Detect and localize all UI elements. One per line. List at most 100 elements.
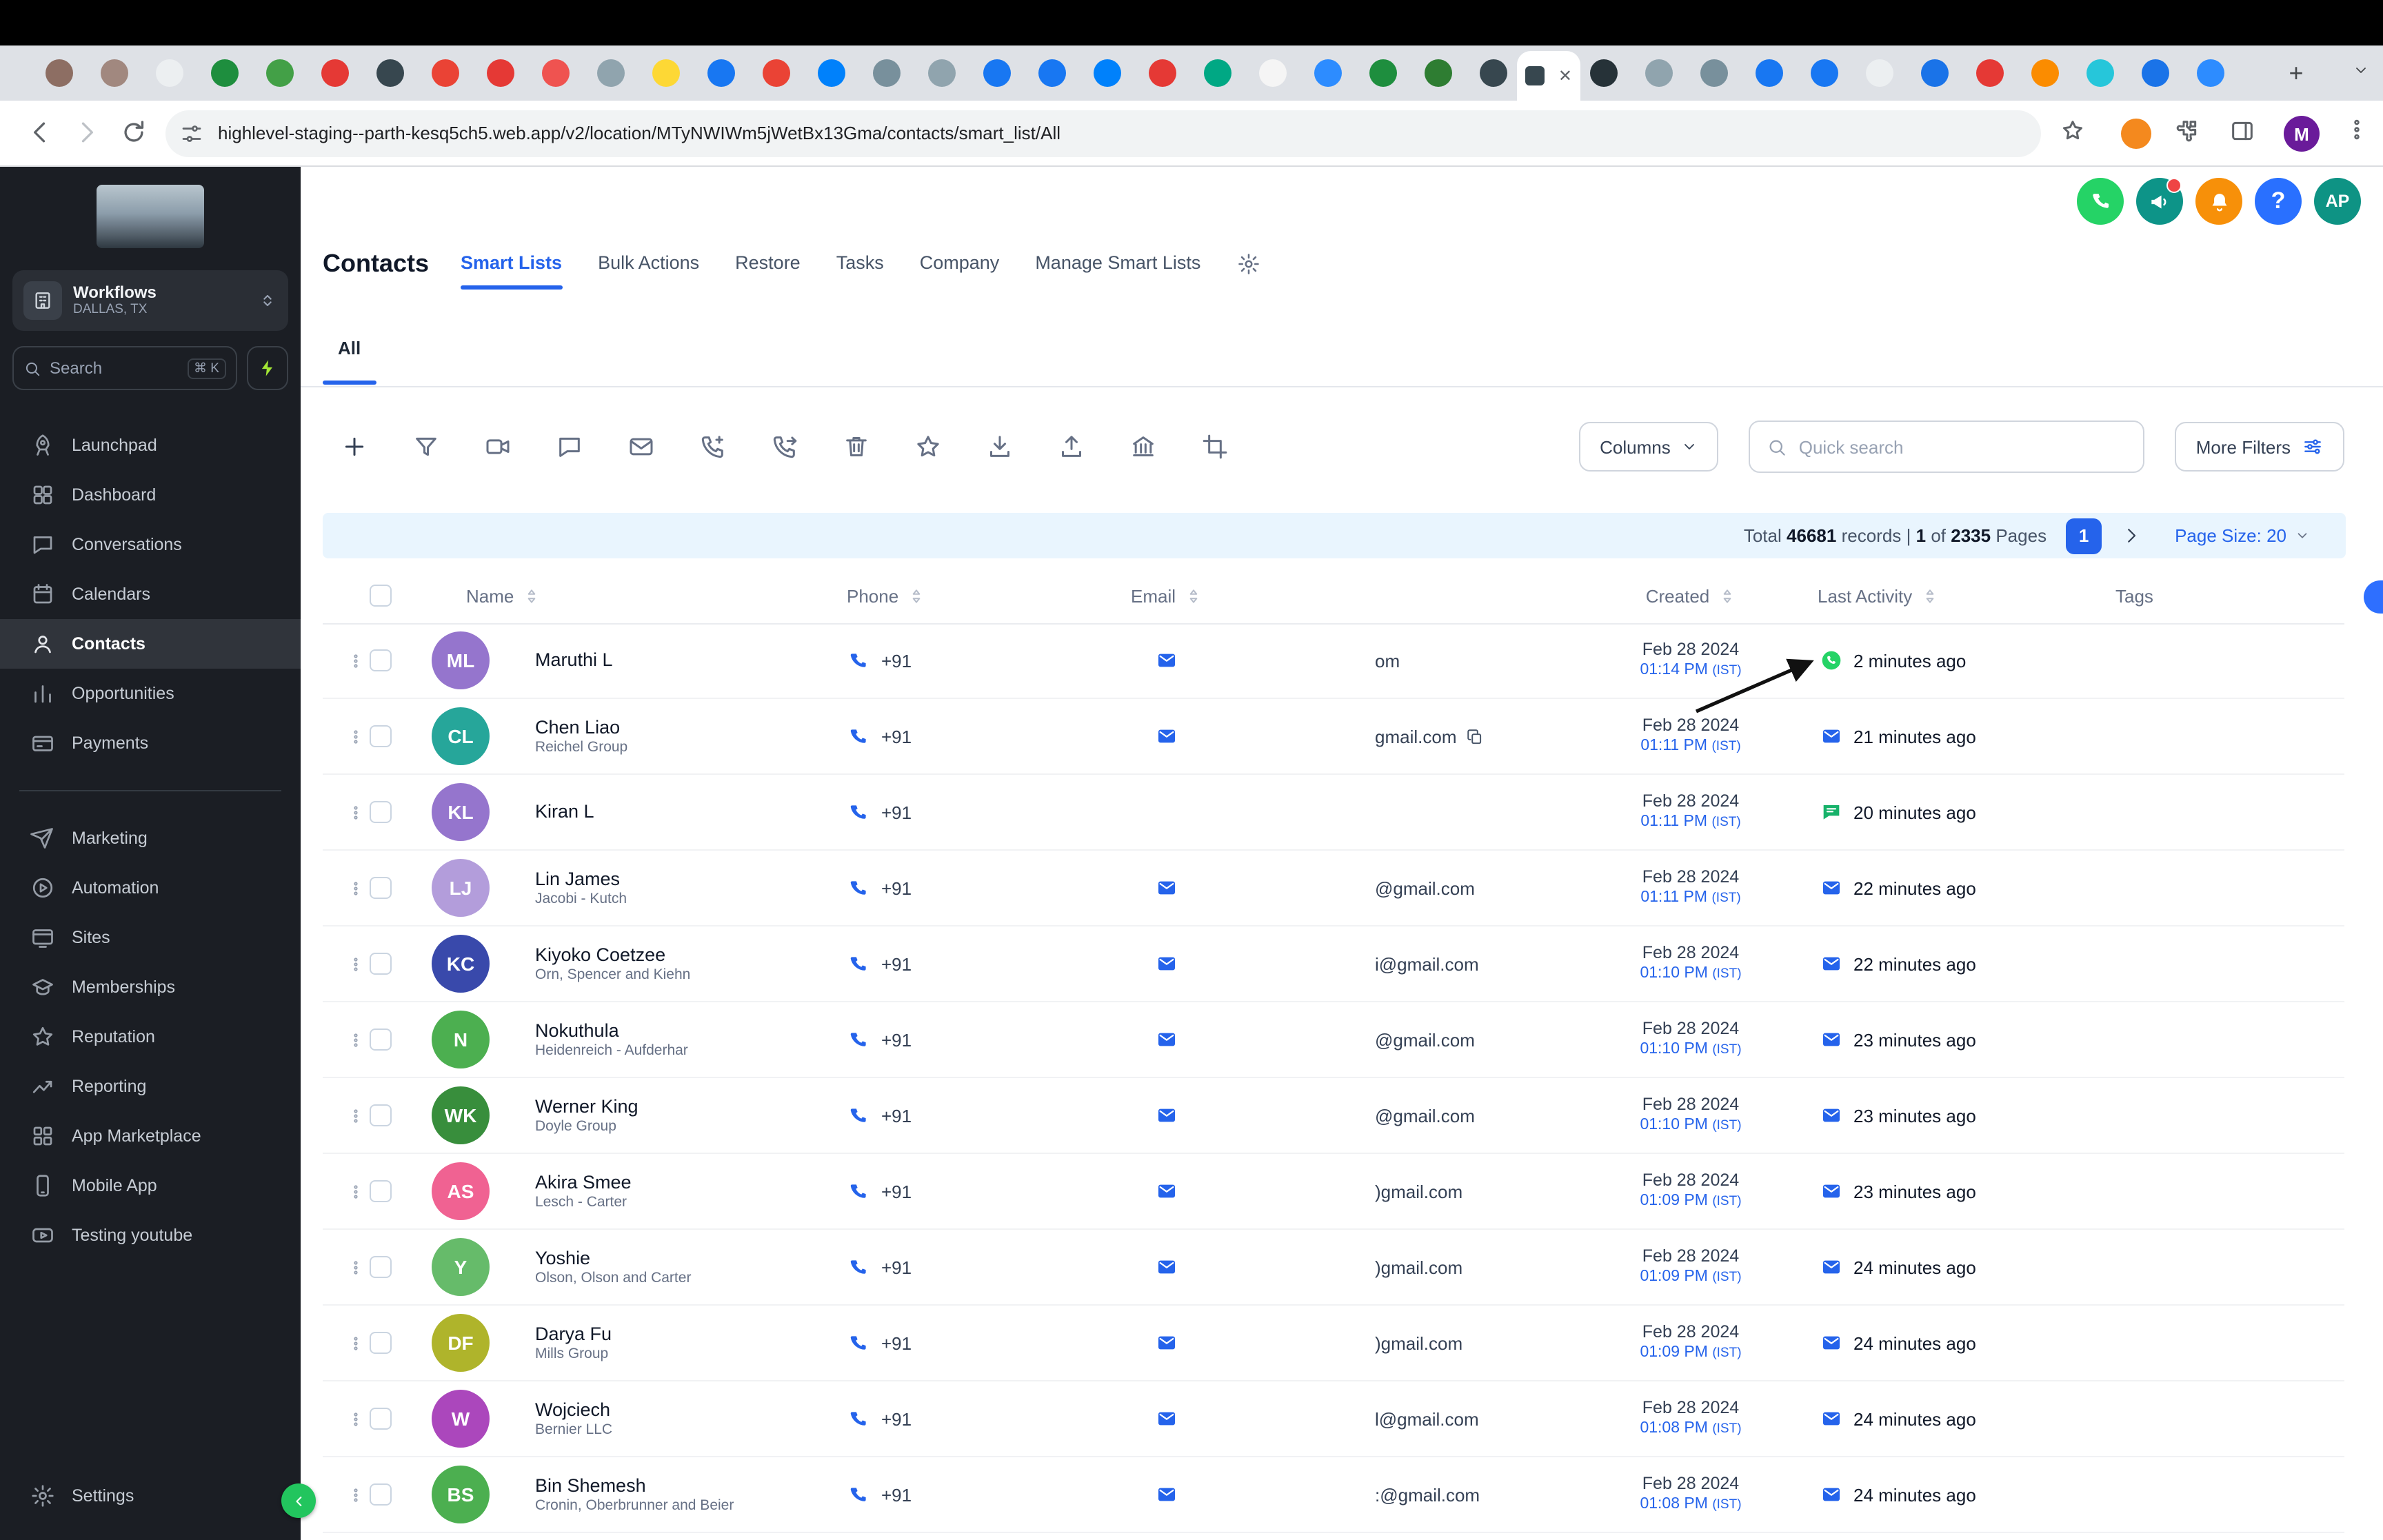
extensions-puzzle-icon[interactable] — [2173, 117, 2201, 145]
contact-row[interactable]: W Wojciech Bernier LLC +91 l@gmail.com Feb 28… — [323, 1381, 2344, 1457]
browser-tab[interactable] — [1756, 59, 1783, 87]
sort-icon[interactable] — [1920, 587, 1938, 605]
archive-button[interactable] — [1118, 422, 1168, 472]
browser-tab[interactable] — [211, 59, 239, 87]
tab-tasks[interactable]: Tasks — [836, 252, 884, 275]
browser-tab[interactable] — [597, 59, 625, 87]
user-avatar[interactable]: AP — [2314, 178, 2361, 225]
browser-tab[interactable] — [156, 59, 183, 87]
browser-tab[interactable] — [928, 59, 956, 87]
browser-tab[interactable] — [1866, 59, 1893, 87]
contacts-settings-gear-icon[interactable] — [1236, 252, 1260, 275]
sidebar-item-contacts[interactable]: Contacts — [0, 619, 301, 669]
extension-icon[interactable] — [2121, 119, 2151, 149]
sidebar-item-automation[interactable]: Automation — [0, 863, 301, 913]
email-button[interactable] — [616, 422, 666, 472]
browser-tab[interactable] — [2031, 59, 2059, 87]
browser-tab[interactable] — [46, 59, 73, 87]
contact-row-partial[interactable]: Feb 28 2024 — [323, 1533, 2344, 1540]
video-button[interactable] — [473, 422, 523, 472]
smart-list-tab-all[interactable]: All — [338, 338, 361, 358]
floating-columns-button[interactable] — [2364, 580, 2383, 614]
contact-row[interactable]: KL Kiran L +91 Feb 28 2024 01:11 PM (IST) 20 … — [323, 775, 2344, 851]
column-header-tags[interactable]: Tags — [2115, 568, 2153, 623]
row-menu-kebab-icon[interactable] — [348, 1533, 364, 1540]
next-page-chevron-icon[interactable] — [2121, 525, 2142, 546]
merge-button[interactable] — [1190, 422, 1240, 472]
browser-tab[interactable] — [983, 59, 1011, 87]
row-menu-kebab-icon[interactable] — [348, 775, 364, 849]
workspace-selector[interactable]: Workflows DALLAS, TX — [12, 270, 288, 331]
sidebar-item-calendars[interactable]: Calendars — [0, 569, 301, 619]
copy-icon[interactable] — [1467, 727, 1485, 745]
row-menu-kebab-icon[interactable] — [348, 699, 364, 773]
row-menu-kebab-icon[interactable] — [348, 1381, 364, 1456]
more-filters-button[interactable]: More Filters — [2175, 422, 2344, 472]
row-menu-kebab-icon[interactable] — [348, 623, 364, 698]
sidebar-item-sites[interactable]: Sites — [0, 913, 301, 962]
row-checkbox[interactable] — [370, 725, 392, 747]
import-button[interactable] — [975, 422, 1025, 472]
back-icon[interactable] — [25, 117, 55, 148]
browser-tab[interactable] — [432, 59, 459, 87]
browser-tab[interactable] — [2087, 59, 2114, 87]
chat-button[interactable] — [545, 422, 594, 472]
row-menu-kebab-icon[interactable] — [348, 1078, 364, 1153]
browser-tab[interactable] — [2142, 59, 2169, 87]
forward-icon[interactable] — [72, 117, 102, 148]
browser-tab[interactable] — [873, 59, 901, 87]
row-checkbox[interactable] — [370, 1332, 392, 1354]
row-menu-kebab-icon[interactable] — [348, 1457, 364, 1532]
sidebar-item-payments[interactable]: Payments — [0, 718, 301, 768]
sort-icon[interactable] — [522, 587, 540, 605]
contact-row[interactable]: Y Yoshie Olson, Olson and Carter +91)gmail.… — [323, 1230, 2344, 1306]
row-menu-kebab-icon[interactable] — [348, 1154, 364, 1228]
row-checkbox[interactable] — [370, 649, 392, 671]
browser-tab[interactable] — [1976, 59, 2004, 87]
help-icon[interactable]: ? — [2255, 178, 2302, 225]
row-checkbox[interactable] — [370, 801, 392, 823]
export-button[interactable] — [1047, 422, 1096, 472]
browser-tab[interactable] — [1480, 59, 1507, 87]
row-checkbox[interactable] — [370, 1180, 392, 1202]
browser-tab[interactable] — [1590, 59, 1618, 87]
url-text[interactable]: highlevel-staging--parth-kesq5ch5.web.ap… — [218, 123, 1060, 143]
tab-bulk-actions[interactable]: Bulk Actions — [598, 252, 699, 275]
contact-row[interactable]: WK Werner King Doyle Group +91 @gmail.com Feb… — [323, 1078, 2344, 1154]
column-header-last-activity[interactable]: Last Activity — [1818, 568, 1938, 623]
browser-tab[interactable] — [1038, 59, 1066, 87]
page-number-box[interactable]: 1 — [2066, 518, 2102, 554]
contact-row[interactable]: ML Maruthi L +91 om Feb 28 2024 01:14 PM (IST… — [323, 623, 2344, 699]
browser-tab[interactable] — [707, 59, 735, 87]
row-checkbox[interactable] — [370, 1408, 392, 1430]
sidebar-item-testing-youtube[interactable]: Testing youtube — [0, 1210, 301, 1260]
close-tab-icon[interactable]: ✕ — [1558, 68, 1572, 84]
contact-row[interactable]: AS Akira Smee Lesch - Carter +91)gmail.com F… — [323, 1154, 2344, 1230]
tab-smart-lists[interactable]: Smart Lists — [461, 252, 562, 289]
contact-row[interactable]: CL Chen Liao Reichel Group +91 gmail.com Feb … — [323, 699, 2344, 775]
browser-tab[interactable] — [376, 59, 404, 87]
browser-tab[interactable] — [652, 59, 680, 87]
browser-tab[interactable] — [487, 59, 514, 87]
sidebar-item-dashboard[interactable]: Dashboard — [0, 470, 301, 520]
browser-menu-icon[interactable] — [2344, 117, 2369, 142]
notifications-icon[interactable] — [2195, 178, 2242, 225]
browser-tab[interactable] — [818, 59, 845, 87]
column-header-email[interactable]: Email — [1131, 568, 1202, 623]
contact-row[interactable]: N Nokuthula Heidenreich - Aufderhar +91 @gma… — [323, 1002, 2344, 1078]
contact-row[interactable]: LJ Lin James Jacobi - Kutch +91 @gmail.com Fe… — [323, 851, 2344, 926]
sidebar-item-memberships[interactable]: Memberships — [0, 962, 301, 1012]
sidebar-item-conversations[interactable]: Conversations — [0, 520, 301, 569]
sidebar-search-input[interactable]: Search ⌘ K — [12, 346, 237, 390]
column-header-name[interactable]: Name — [466, 568, 540, 623]
sidebar-item-app-marketplace[interactable]: App Marketplace — [0, 1111, 301, 1161]
browser-tab[interactable] — [1425, 59, 1452, 87]
browser-tab[interactable] — [1369, 59, 1397, 87]
filter-button[interactable] — [401, 422, 451, 472]
row-checkbox[interactable] — [370, 877, 392, 899]
sort-icon[interactable] — [1184, 587, 1202, 605]
row-checkbox[interactable] — [370, 953, 392, 975]
sidebar-item-opportunities[interactable]: Opportunities — [0, 669, 301, 718]
page-size-selector[interactable]: Page Size: 20 — [2175, 525, 2310, 546]
browser-profile-avatar[interactable]: M — [2284, 116, 2320, 152]
